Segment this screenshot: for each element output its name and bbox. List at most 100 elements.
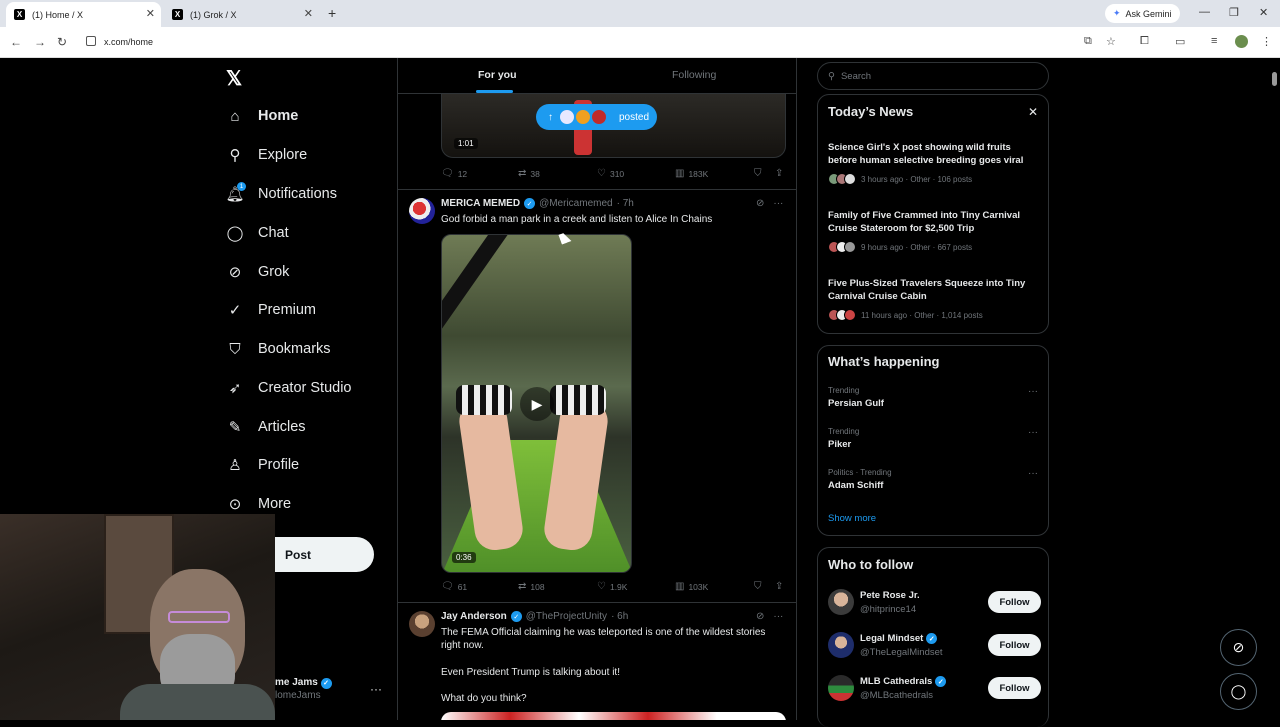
- close-tab-icon[interactable]: ✕: [304, 7, 313, 20]
- nav-explore[interactable]: ⚲ Explore: [226, 143, 308, 167]
- follow-button[interactable]: Follow: [988, 677, 1041, 699]
- nav-profile[interactable]: ♙ Profile: [226, 453, 299, 477]
- reply-button[interactable]: 🗨︎ 61: [441, 581, 467, 592]
- trend-name[interactable]: Persian Gulf: [828, 398, 884, 409]
- post-media[interactable]: [441, 712, 786, 720]
- back-icon[interactable]: ←: [10, 35, 22, 49]
- follow-account-name[interactable]: Legal Mindset ✓: [860, 633, 938, 644]
- scrollbar-thumb[interactable]: [1272, 72, 1277, 86]
- more-icon[interactable]: ···: [1028, 427, 1038, 438]
- like-button[interactable]: ♡ 310: [597, 168, 624, 179]
- avatar[interactable]: [828, 632, 854, 658]
- restore-icon[interactable]: ❐: [1229, 6, 1239, 19]
- nav-label: Explore: [258, 147, 308, 163]
- card-title: Today’s News: [828, 104, 914, 119]
- follow-button[interactable]: Follow: [988, 591, 1041, 613]
- browser-tab-grok[interactable]: X (1) Grok / X ✕: [164, 2, 319, 27]
- views-button[interactable]: ▥ 183K: [675, 168, 708, 179]
- play-icon[interactable]: ▶: [520, 387, 554, 421]
- plus-icon[interactable]: +: [328, 5, 336, 21]
- follow-account-name[interactable]: MLB Cathedrals ✓: [860, 676, 947, 687]
- news-item-title[interactable]: Family of Five Crammed into Tiny Carniva…: [828, 209, 1042, 235]
- nav-notifications[interactable]: 🔔︎ 1 Notifications: [225, 182, 337, 206]
- bookmark-icon: ⛉: [229, 340, 241, 358]
- author-handle[interactable]: @Mericamemed: [539, 198, 613, 209]
- share-button[interactable]: ⇪: [775, 168, 783, 179]
- trend-name[interactable]: Adam Schiff: [828, 480, 883, 491]
- close-window-icon[interactable]: ✕: [1259, 6, 1268, 19]
- grok-icon[interactable]: ⊘: [756, 611, 764, 622]
- more-icon[interactable]: ···: [773, 611, 783, 622]
- avatar[interactable]: [828, 675, 854, 701]
- todays-news-card: Today’s News ✕ Science Girl's X post sho…: [817, 94, 1049, 334]
- more-icon[interactable]: ···: [773, 198, 783, 209]
- close-tab-icon[interactable]: ✕: [146, 7, 155, 20]
- nav-home[interactable]: ⌂ Home: [226, 104, 298, 128]
- tab-following[interactable]: Following: [672, 69, 716, 81]
- show-more-link[interactable]: Show more: [828, 513, 876, 524]
- like-button[interactable]: ♡ 1.9K: [597, 581, 627, 592]
- rocket-icon: ➶: [228, 380, 242, 397]
- post-time[interactable]: · 6h: [611, 611, 628, 622]
- whats-happening-card: What’s happening Trending Persian Gulf ·…: [817, 345, 1049, 536]
- author-name[interactable]: MERICA MEMED: [441, 198, 520, 209]
- reload-icon[interactable]: ↻: [57, 35, 67, 49]
- browser-profile-avatar[interactable]: [1235, 35, 1248, 48]
- post-time[interactable]: · 7h: [617, 198, 634, 209]
- more-icon[interactable]: ···: [1028, 468, 1038, 479]
- chat-icon: ◯: [226, 225, 244, 242]
- follow-button[interactable]: Follow: [988, 634, 1041, 656]
- nav-premium[interactable]: ✓ Premium: [226, 298, 316, 322]
- nav-bookmarks[interactable]: ⛉ Bookmarks: [226, 337, 330, 361]
- news-item-title[interactable]: Science Girl's X post showing wild fruit…: [828, 141, 1042, 167]
- repost-button[interactable]: ⇄ 108: [518, 581, 545, 592]
- author-handle[interactable]: @TheProjectUnity: [526, 611, 607, 622]
- nav-articles[interactable]: ✎ Articles: [226, 415, 306, 439]
- account-name[interactable]: me Jams ✓: [275, 677, 332, 689]
- install-app-icon[interactable]: ⧉: [1084, 35, 1092, 48]
- reply-icon: 🗨︎: [441, 581, 454, 592]
- ask-gemini-button[interactable]: ✦ Ask Gemini: [1105, 4, 1180, 23]
- star-icon[interactable]: ☆: [1106, 35, 1116, 48]
- post-button[interactable]: Post: [275, 537, 374, 572]
- bookmark-button[interactable]: ⛉: [754, 581, 762, 592]
- new-posts-pill[interactable]: ↑ posted: [536, 104, 657, 130]
- reply-button[interactable]: 🗨︎ 12: [441, 168, 467, 179]
- browser-tab-home[interactable]: X (1) Home / X ✕: [6, 2, 161, 27]
- avatar[interactable]: [409, 611, 435, 637]
- nav-more[interactable]: ⊙ More: [226, 492, 291, 516]
- minimize-icon[interactable]: —: [1199, 6, 1210, 18]
- nav-chat[interactable]: ◯ Chat: [226, 221, 289, 245]
- grok-floating-button[interactable]: ⊘: [1220, 629, 1257, 666]
- account-more-icon[interactable]: ···: [370, 682, 382, 696]
- forward-icon[interactable]: →: [34, 35, 46, 49]
- url-field[interactable]: x.com/home: [104, 37, 153, 47]
- trend-name[interactable]: Piker: [828, 439, 851, 450]
- extensions-icon[interactable]: ⧠: [1140, 35, 1149, 48]
- news-item-title[interactable]: Five Plus-Sized Travelers Squeeze into T…: [828, 277, 1042, 303]
- more-icon[interactable]: ···: [1028, 386, 1038, 397]
- tab-for-you[interactable]: For you: [478, 69, 517, 81]
- site-info-icon[interactable]: [86, 36, 96, 46]
- close-icon[interactable]: ✕: [1028, 105, 1038, 119]
- sidepanel-icon[interactable]: ▭: [1175, 35, 1185, 48]
- avatar[interactable]: [828, 589, 854, 615]
- chat-floating-button[interactable]: ◯: [1220, 673, 1257, 710]
- grok-icon[interactable]: ⊘: [756, 198, 764, 209]
- browser-menu-icon[interactable]: ⋮: [1261, 35, 1272, 48]
- x-logo-icon[interactable]: 𝕏: [226, 66, 242, 91]
- media-icon[interactable]: ≡: [1211, 35, 1217, 47]
- share-button[interactable]: ⇪: [775, 581, 783, 592]
- nav-grok[interactable]: ⊘ Grok: [226, 260, 290, 284]
- bookmark-button[interactable]: ⛉: [754, 168, 762, 179]
- post-video[interactable]: ▶ 0:36: [441, 234, 632, 573]
- views-button[interactable]: ▥ 103K: [675, 581, 708, 592]
- search-input[interactable]: ⚲ Search: [817, 62, 1049, 90]
- nav-creator-studio[interactable]: ➶ Creator Studio: [226, 376, 352, 400]
- author-name[interactable]: Jay Anderson: [441, 611, 507, 622]
- post-text-line: The FEMA Official claiming he was telepo…: [441, 627, 766, 651]
- repost-button[interactable]: ⇄ 38: [518, 168, 540, 179]
- video-duration: 1:01: [454, 138, 478, 149]
- follow-account-name[interactable]: Pete Rose Jr.: [860, 590, 920, 601]
- avatar[interactable]: [409, 198, 435, 224]
